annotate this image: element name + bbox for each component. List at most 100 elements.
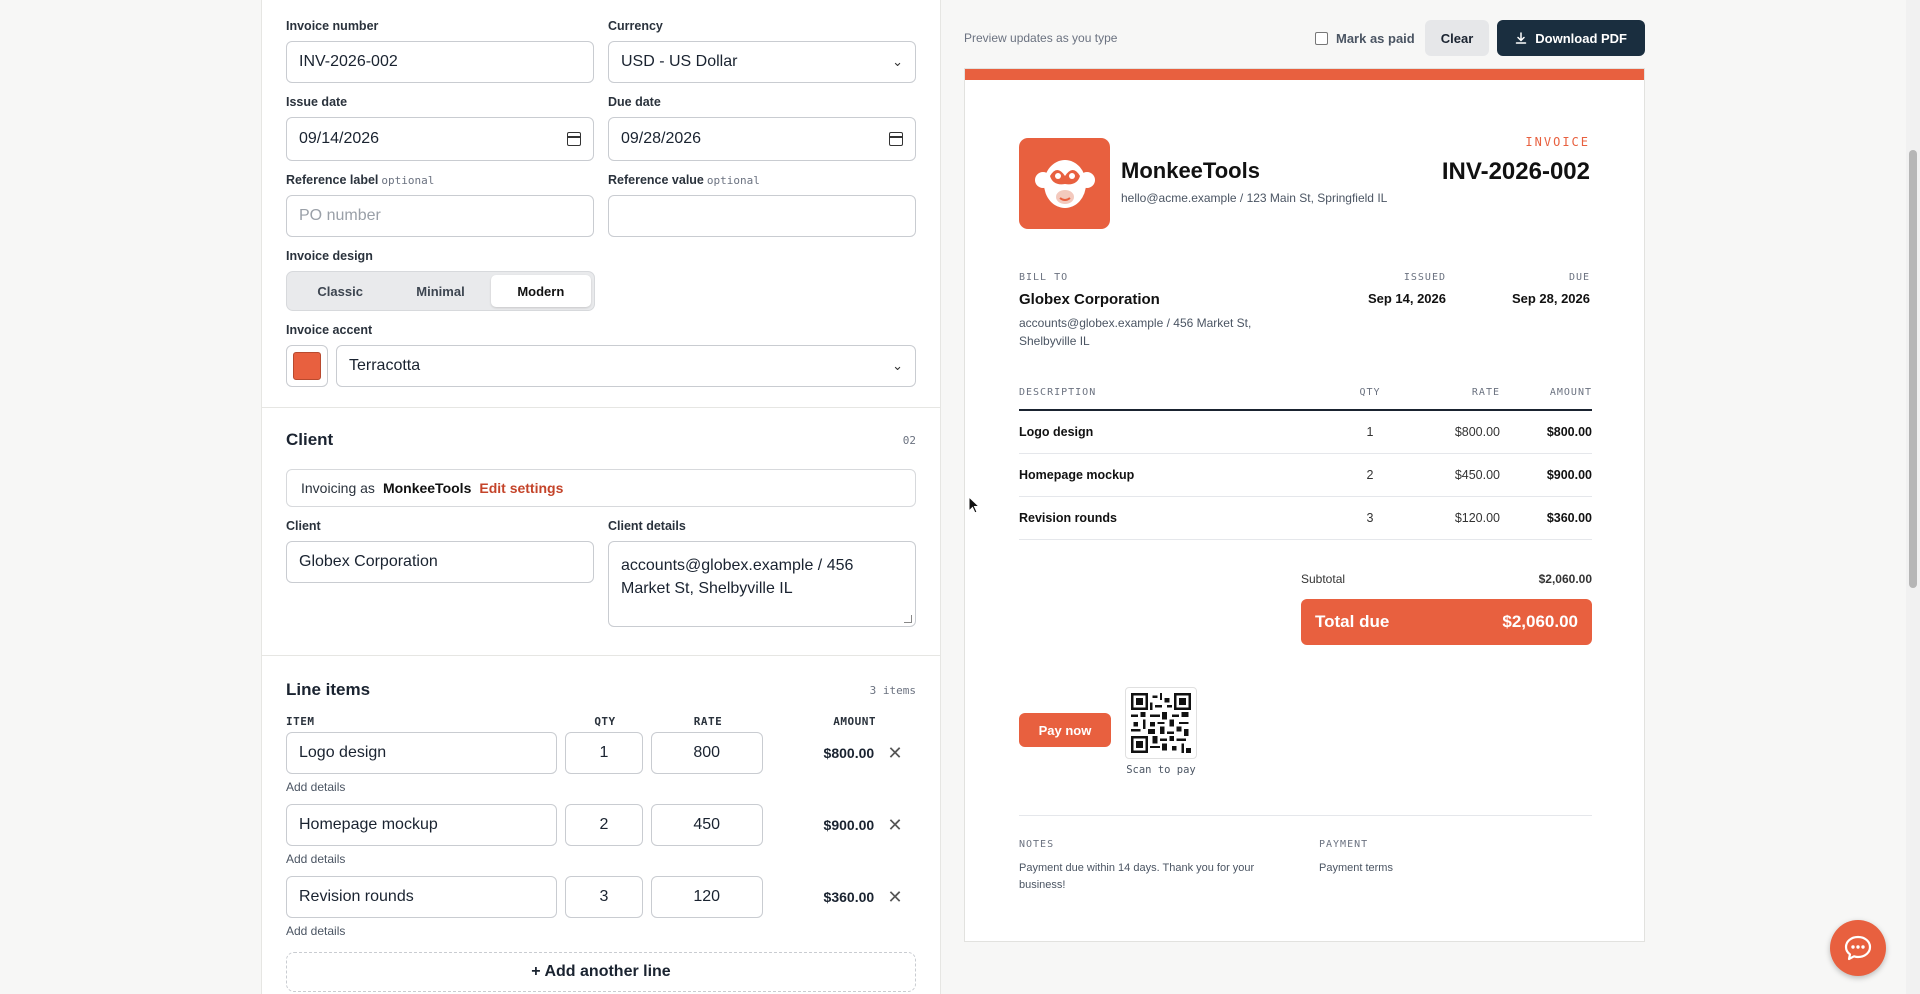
client-section-number: 02 bbox=[902, 433, 916, 447]
resize-handle[interactable] bbox=[904, 615, 912, 623]
issued-label: ISSUED bbox=[1403, 272, 1446, 283]
download-pdf-button[interactable]: Download PDF bbox=[1497, 20, 1645, 56]
row-qty: 3 bbox=[1366, 511, 1374, 525]
bill-to-block: BILL TO Globex Corporation accounts@glob… bbox=[1019, 272, 1269, 350]
row-amount: $900.00 bbox=[1546, 468, 1592, 482]
client-details-field: Client details accounts@globex.example /… bbox=[608, 519, 916, 627]
add-details-link[interactable]: Add details bbox=[286, 852, 916, 866]
invoice-number-input[interactable]: INV-2026-002 bbox=[286, 41, 594, 83]
edit-settings-link[interactable]: Edit settings bbox=[479, 480, 563, 496]
issue-date-value: 09/14/2026 bbox=[299, 130, 380, 147]
line-items-column-headers: ITEM QTY RATE AMOUNT bbox=[286, 715, 916, 728]
line-item-qty: 2 bbox=[599, 816, 609, 833]
line-item-name-input[interactable]: Revision rounds bbox=[286, 876, 558, 918]
line-item-qty-input[interactable]: 3 bbox=[565, 876, 643, 918]
line-item-rate-input[interactable]: 450 bbox=[650, 804, 763, 846]
row-amount: $360.00 bbox=[1546, 511, 1592, 525]
bill-to-label: BILL TO bbox=[1019, 272, 1069, 283]
header-amount: AMOUNT bbox=[1549, 387, 1592, 398]
add-line-button[interactable]: + Add another line bbox=[286, 952, 916, 992]
close-icon[interactable]: ✕ bbox=[874, 743, 916, 764]
client-section-title: Client bbox=[286, 430, 334, 449]
page-scrollbar[interactable] bbox=[1906, 0, 1920, 994]
chat-bubble-icon bbox=[1844, 935, 1872, 961]
accent-color-picker[interactable] bbox=[286, 345, 328, 387]
chat-button[interactable] bbox=[1830, 920, 1886, 976]
line-items-header: Line items 3 items bbox=[286, 680, 916, 700]
payment-block: PAYMENT Payment terms bbox=[1319, 839, 1559, 877]
invoice-number-field: Invoice number INV-2026-002 bbox=[286, 19, 594, 83]
notes-block: NOTES Payment due within 14 days. Thank … bbox=[1019, 839, 1259, 894]
add-details-link[interactable]: Add details bbox=[286, 780, 916, 794]
calendar-icon[interactable] bbox=[567, 132, 581, 146]
line-item-qty-input[interactable]: 1 bbox=[565, 732, 643, 774]
line-item-name: Logo design bbox=[299, 744, 387, 761]
reference-value-field: Reference value optional bbox=[608, 173, 916, 237]
reference-label-input[interactable]: PO number bbox=[286, 195, 594, 237]
invoice-number-display: INV-2026-002 bbox=[1441, 158, 1590, 185]
preview-hint: Preview updates as you type bbox=[964, 31, 1118, 45]
clear-button[interactable]: Clear bbox=[1424, 20, 1490, 56]
line-item-qty: 1 bbox=[599, 744, 609, 761]
scrollbar-thumb[interactable] bbox=[1909, 150, 1917, 588]
column-qty: QTY bbox=[594, 715, 616, 728]
invoice-design-toggle: Classic Minimal Modern bbox=[286, 271, 595, 311]
client-value: Globex Corporation bbox=[299, 553, 438, 570]
line-item-qty-input[interactable]: 2 bbox=[565, 804, 643, 846]
reference-label-field: Reference label optional PO number bbox=[286, 173, 594, 237]
calendar-icon[interactable] bbox=[889, 132, 903, 146]
line-item-rate-input[interactable]: 800 bbox=[650, 732, 763, 774]
invoice-number-value: INV-2026-002 bbox=[299, 53, 398, 70]
company-contact: hello@acme.example / 123 Main St, Spring… bbox=[1121, 191, 1388, 205]
client-field: Client Globex Corporation bbox=[286, 519, 594, 627]
currency-select[interactable]: USD - US Dollar ⌄ bbox=[608, 41, 916, 83]
client-input[interactable]: Globex Corporation bbox=[286, 541, 594, 583]
business-name: MonkeeTools bbox=[382, 480, 472, 496]
client-details-textarea[interactable]: accounts@globex.example / 456 Market St,… bbox=[608, 541, 916, 627]
line-item: Logo design 1 800 $800.00 ✕ Add details bbox=[286, 732, 916, 794]
row-description: Revision rounds bbox=[1019, 511, 1117, 525]
payment-label: PAYMENT bbox=[1319, 839, 1369, 850]
due-label: DUE bbox=[1568, 272, 1590, 283]
design-option-classic[interactable]: Classic bbox=[290, 275, 390, 307]
pay-now-button[interactable]: Pay now bbox=[1019, 713, 1111, 747]
column-rate: RATE bbox=[693, 715, 723, 728]
accent-swatch bbox=[293, 352, 321, 380]
line-item-rate: 120 bbox=[693, 888, 721, 905]
reference-value-label: Reference value optional bbox=[608, 173, 916, 187]
invoice-label: INVOICE bbox=[1525, 135, 1590, 149]
reference-label-placeholder: PO number bbox=[299, 207, 381, 224]
due-date-label: Due date bbox=[608, 95, 661, 109]
row-amount: $800.00 bbox=[1546, 425, 1592, 439]
line-item: Homepage mockup 2 450 $900.00 ✕ Add deta… bbox=[286, 804, 916, 866]
accent-value: Terracotta bbox=[349, 357, 421, 374]
close-icon[interactable]: ✕ bbox=[874, 815, 916, 836]
due-date-input[interactable]: 09/28/2026 bbox=[608, 117, 916, 161]
design-option-minimal[interactable]: Minimal bbox=[390, 275, 490, 307]
due-date-display: Sep 28, 2026 bbox=[1511, 291, 1590, 306]
download-icon bbox=[1516, 32, 1527, 44]
client-details-value: accounts@globex.example / 456 Market St,… bbox=[621, 557, 854, 597]
reference-value-input[interactable] bbox=[608, 195, 916, 237]
qr-code bbox=[1125, 687, 1197, 759]
line-item-name-input[interactable]: Homepage mockup bbox=[286, 804, 558, 846]
download-pdf-label: Download PDF bbox=[1535, 30, 1627, 46]
column-item: ITEM bbox=[286, 715, 315, 728]
invoice-preview: MonkeeTools hello@acme.example / 123 Mai… bbox=[964, 68, 1645, 942]
invoice-line-table: DESCRIPTION QTY RATE AMOUNT Logo design … bbox=[1019, 387, 1592, 540]
payment-text: Payment terms bbox=[1319, 862, 1393, 874]
line-item-rate-input[interactable]: 120 bbox=[650, 876, 763, 918]
mark-as-paid-checkbox[interactable] bbox=[1314, 31, 1328, 45]
bill-to-name: Globex Corporation bbox=[1019, 291, 1160, 308]
mark-as-paid-toggle[interactable]: Mark as paid bbox=[1314, 31, 1415, 46]
add-details-link[interactable]: Add details bbox=[286, 924, 916, 938]
issue-date-input[interactable]: 09/14/2026 bbox=[286, 117, 594, 161]
subtotal-label: Subtotal bbox=[1301, 572, 1346, 586]
company-name: MonkeeTools bbox=[1121, 158, 1260, 183]
close-icon[interactable]: ✕ bbox=[874, 887, 916, 908]
design-option-modern[interactable]: Modern bbox=[490, 275, 591, 307]
line-item-name-input[interactable]: Logo design bbox=[286, 732, 558, 774]
total-due-box: Total due $2,060.00 bbox=[1301, 599, 1592, 645]
row-qty: 1 bbox=[1366, 425, 1374, 439]
accent-select[interactable]: Terracotta ⌄ bbox=[336, 345, 916, 387]
